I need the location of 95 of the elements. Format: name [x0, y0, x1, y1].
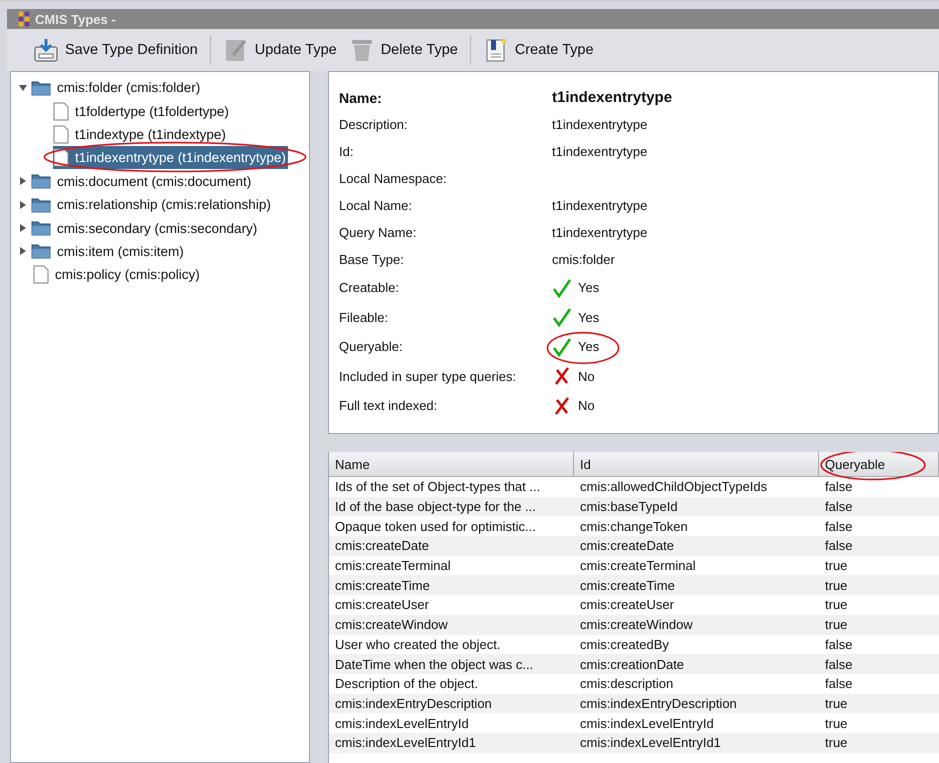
tree-item[interactable]: cmis:folder (cmis:folder)	[31, 76, 202, 100]
table-cell-text: cmis:allowedChildObjectTypeIds	[579, 479, 768, 494]
folder-icon	[31, 243, 51, 260]
app-icon	[17, 11, 31, 27]
field-label: Local Name:	[339, 198, 413, 213]
tree-item[interactable]: cmis:secondary (cmis:secondary)	[31, 216, 260, 240]
field-label: Description:	[339, 117, 409, 132]
table-cell-text: cmis:indexEntryDescription	[579, 696, 738, 711]
document-icon	[53, 102, 69, 121]
field-value: t1indexentrytype	[552, 198, 648, 213]
document-icon	[53, 124, 69, 144]
tree-item[interactable]: t1indextype (t1indextype)	[53, 122, 228, 146]
field-label: Local Namespace:	[339, 171, 448, 186]
expand-arrow-icon[interactable]	[19, 224, 27, 232]
table-cell-text: DateTime when the object was c...	[334, 656, 534, 672]
table-cell-text: false	[824, 479, 854, 494]
table-cell-text: cmis:indexEntryDescription	[334, 696, 493, 711]
table-cell-text: true	[824, 558, 848, 574]
field-value: t1indexentrytype	[552, 225, 648, 240]
table-cell-text: cmis:createUser	[579, 597, 675, 612]
table-cell-text: true	[824, 597, 848, 612]
field-label: Included in super type queries:	[339, 368, 518, 384]
folder-icon	[31, 80, 51, 96]
table-cell-text: cmis:createUser	[334, 597, 430, 612]
table-cell-text: cmis:createWindow	[579, 617, 694, 632]
table-cell-text: false	[824, 636, 854, 652]
table-cell-text: cmis:createDate	[579, 538, 675, 554]
column-header[interactable]: Queryable	[819, 452, 938, 476]
field-value: Yes	[578, 339, 600, 354]
table-cell-text: cmis:createdBy	[579, 636, 670, 652]
table-cell-text: User who created the object.	[334, 636, 502, 652]
folder-icon	[31, 173, 51, 190]
column-header[interactable]: Name	[329, 452, 573, 476]
table-cell-text: false	[824, 518, 854, 534]
field-label: Base Type:	[339, 252, 405, 267]
table-cell-text: cmis:creationDate	[579, 656, 686, 672]
table-cell-text: cmis:indexLevelEntryId1	[334, 735, 477, 750]
field-value: No	[578, 398, 595, 414]
table-cell-text: Description of the object.	[334, 676, 480, 692]
table-cell-text: false	[824, 538, 854, 554]
table-cell-text: cmis:baseTypeId	[579, 499, 679, 514]
table-cell-text: cmis:createWindow	[334, 617, 449, 632]
table-cell-text: false	[824, 499, 854, 514]
field-value: t1indexentrytype	[552, 89, 672, 106]
toolbar-button[interactable]: Save Type Definition	[29, 35, 202, 65]
save-download-icon	[33, 37, 59, 63]
expand-arrow-icon[interactable]	[19, 177, 27, 186]
table-cell-text: Id of the base object-type for the ...	[334, 499, 537, 514]
table-cell-text: cmis:indexLevelEntryId1	[579, 735, 722, 750]
field-value: t1indexentrytype	[552, 144, 648, 159]
table-cell-text: cmis:createDate	[334, 538, 430, 554]
column-header[interactable]: Id	[574, 452, 818, 476]
table-cell-text: cmis:indexLevelEntryId	[579, 716, 715, 731]
field-label: Name:	[339, 90, 383, 106]
field-value: Yes	[578, 280, 600, 296]
field-label: Id:	[339, 144, 354, 159]
tree-item[interactable]: cmis:document (cmis:document)	[31, 170, 254, 193]
table-cell-text: cmis:createTime	[579, 578, 676, 593]
field-label: Fileable:	[339, 310, 390, 325]
table-cell-text: true	[824, 617, 848, 632]
table-cell-text: false	[824, 656, 854, 672]
table-cell-text: cmis:changeToken	[579, 518, 689, 534]
field-value: t1indexentrytype	[552, 117, 648, 132]
tree-item[interactable]: t1foldertype (t1foldertype)	[53, 100, 231, 123]
field-label: Query Name:	[339, 225, 418, 240]
table-cell-text: false	[824, 676, 854, 692]
field-value: No	[578, 368, 595, 384]
table-cell-text: cmis:createTerminal	[334, 558, 452, 574]
collapse-arrow-icon[interactable]	[19, 84, 27, 92]
field-value: cmis:folder	[552, 252, 615, 267]
folder-icon	[31, 196, 51, 213]
expand-arrow-icon[interactable]	[19, 200, 27, 209]
field-value: Yes	[578, 310, 600, 325]
field-label: Creatable:	[339, 280, 400, 296]
table-cell-text: Ids of the set of Object-types that ...	[334, 479, 542, 494]
table-cell-text: true	[824, 716, 848, 731]
table-cell-text: cmis:createTime	[334, 578, 431, 593]
table-cell-text: cmis:indexLevelEntryId	[334, 716, 470, 731]
folder-icon	[31, 220, 51, 236]
table-cell-text: true	[824, 735, 848, 750]
tree-item[interactable]: cmis:policy (cmis:policy)	[33, 263, 202, 286]
tree-item[interactable]: cmis:relationship (cmis:relationship)	[31, 193, 273, 216]
table-cell-text: cmis:description	[579, 676, 674, 692]
toolbar-button[interactable]: Create Type	[478, 35, 598, 65]
tree-item[interactable]: t1indexentrytype (t1indexentrytype)	[53, 146, 288, 170]
window-title: CMIS Types -	[35, 12, 116, 26]
table-cell-text: cmis:createTerminal	[579, 558, 697, 574]
table-cell-text: Opaque token used for optimistic...	[334, 518, 537, 534]
tree-item[interactable]: cmis:item (cmis:item)	[31, 240, 186, 263]
field-label: Queryable:	[339, 339, 404, 354]
table-cell-text: true	[824, 578, 848, 593]
document-icon	[33, 265, 49, 284]
field-label: Full text indexed:	[339, 398, 438, 414]
table-cell-text: true	[824, 696, 848, 711]
expand-arrow-icon[interactable]	[19, 247, 27, 256]
